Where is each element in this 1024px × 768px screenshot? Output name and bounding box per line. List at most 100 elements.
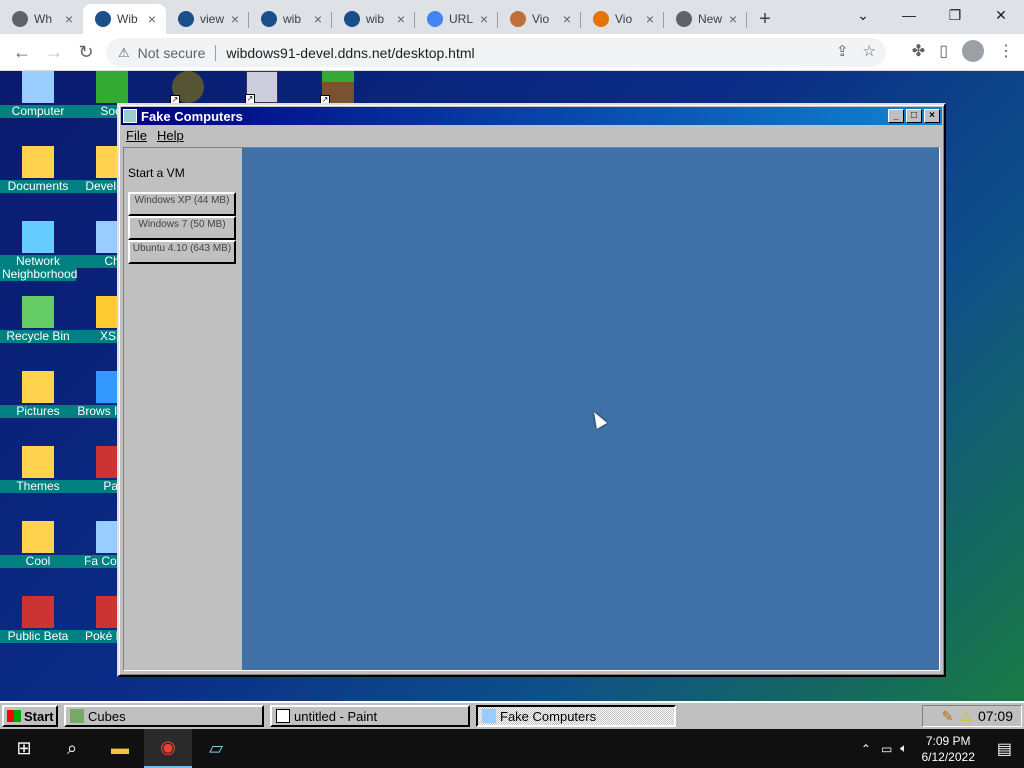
window-title: Fake Computers — [141, 108, 243, 124]
new-tab-button[interactable]: + — [751, 4, 779, 34]
desktop-icon[interactable]: Computer — [0, 71, 76, 118]
task-fake-computers[interactable]: Fake Computers — [476, 705, 676, 727]
profile-avatar[interactable] — [962, 40, 984, 62]
win10-taskbar: ⊞ ⌕ ▬ ◉ ▱ ⌃ ▭ 🔈︎ 7:09 PM 6/12/2022 ▤ — [0, 729, 1024, 768]
browser-tab[interactable]: URL × — [415, 4, 498, 34]
tab-title: URL — [449, 12, 474, 26]
window-close-button[interactable]: × — [924, 109, 940, 123]
volume-icon[interactable]: 🔈︎ — [896, 741, 911, 756]
menu-help[interactable]: Help — [152, 128, 189, 143]
restore-window-button[interactable]: ❐ — [932, 0, 978, 30]
desktop-icon[interactable]: Docu­ments — [0, 146, 76, 193]
file-explorer-icon[interactable]: ▬ — [96, 729, 144, 768]
search-icon[interactable]: ⌕ — [48, 729, 96, 768]
menu-kebab-icon[interactable]: ⋮ — [998, 41, 1014, 61]
browser-toolbar: ← → ↻ ⚠ Not secure wibdows91-devel.ddns.… — [0, 34, 1024, 71]
browser-tab[interactable]: wib × — [332, 4, 415, 34]
browser-tab[interactable]: Wh × — [0, 4, 83, 34]
close-tab-icon[interactable]: × — [61, 11, 77, 27]
browser-tab[interactable]: Vio × — [498, 4, 581, 34]
vm-button-windows-xp[interactable]: Windows XP (44 MB) — [128, 192, 236, 216]
browser-tab[interactable]: view × — [166, 4, 249, 34]
computer-icon — [482, 709, 496, 723]
clock-date: 6/12/2022 — [921, 749, 975, 764]
desktop-icon[interactable]: Themes — [0, 446, 76, 493]
clock[interactable]: 7:09 PM 6/12/2022 — [911, 733, 984, 765]
network-icon[interactable]: ▭ — [877, 742, 896, 756]
windows-start-icon[interactable]: ⊞ — [0, 729, 48, 768]
close-tab-icon[interactable]: × — [310, 11, 326, 27]
tab-search-icon[interactable]: ⌄ — [840, 0, 886, 30]
desktop-icon-label: Pictures — [0, 405, 76, 418]
close-tab-icon[interactable]: × — [725, 11, 741, 27]
desktop-icon[interactable]: Recycle Bin — [0, 296, 76, 343]
tab-favicon-icon — [510, 11, 526, 27]
menu-file[interactable]: File — [121, 128, 152, 143]
tab-favicon-icon — [12, 11, 28, 27]
win95-clock: 07:09 — [977, 708, 1013, 724]
address-bar[interactable]: ⚠ Not secure wibdows91-devel.ddns.net/de… — [106, 38, 886, 67]
desktop-icon-image — [22, 221, 54, 253]
share-icon[interactable]: ⇪ — [836, 42, 849, 60]
close-tab-icon[interactable]: × — [144, 11, 160, 27]
minimize-window-button[interactable]: — — [886, 0, 932, 30]
chevron-up-icon[interactable]: ⌃ — [855, 742, 877, 756]
vm-button-ubuntu[interactable]: Ubuntu 4.10 (643 MB) — [128, 240, 236, 264]
desktop: Computer Docu­ments Network Neighborhood Re… — [0, 71, 1024, 701]
desktop-icon-label: Public Beta — [0, 630, 76, 643]
close-tab-icon[interactable]: × — [642, 11, 658, 27]
close-window-button[interactable]: ✕ — [978, 0, 1024, 30]
desktop-icon-label: Cool — [0, 555, 76, 568]
tab-favicon-icon — [95, 11, 111, 27]
extensions-icon[interactable]: ✤ — [912, 41, 925, 61]
desktop-icon-minecraft[interactable]: ↗ — [300, 71, 376, 105]
desktop-icon-game[interactable]: ↗ — [150, 71, 226, 105]
not-secure-label: Not secure — [137, 44, 206, 61]
tab-favicon-icon — [593, 11, 609, 27]
vm-display-area[interactable] — [242, 148, 939, 670]
side-panel-icon[interactable]: ▯ — [939, 41, 948, 61]
window-minimize-button[interactable]: _ — [888, 109, 904, 123]
browser-tab[interactable]: wib × — [249, 4, 332, 34]
back-button[interactable]: ← — [6, 36, 38, 68]
win95-tray: ✎ ⚠ 07:09 — [922, 705, 1022, 727]
bookmark-star-icon[interactable]: ☆ — [863, 42, 876, 60]
browser-tab[interactable]: Vio × — [581, 4, 664, 34]
tab-title: Vio — [615, 12, 633, 26]
browser-tab[interactable]: New Ta× — [664, 4, 747, 34]
tab-title: Wib — [117, 12, 138, 26]
windows-logo-icon — [7, 710, 21, 722]
start-label: Start — [24, 708, 54, 724]
browser-tab[interactable]: Wib × — [83, 4, 166, 34]
notifications-icon[interactable]: ▤ — [985, 739, 1024, 759]
close-tab-icon[interactable]: × — [476, 11, 492, 27]
window-maximize-button[interactable]: □ — [906, 109, 922, 123]
pencil-icon[interactable]: ✎ — [942, 708, 954, 725]
tab-list: Wh×Wib×view×wib×wib×URL×Vio×Vio×New Ta× — [0, 4, 747, 34]
task-cubes[interactable]: Cubes — [64, 705, 264, 727]
chrome-icon[interactable]: ◉ — [144, 729, 192, 768]
desktop-icon[interactable]: Cool — [0, 521, 76, 568]
desktop-icon-image — [22, 596, 54, 628]
tab-title: Vio — [532, 12, 550, 26]
close-tab-icon[interactable]: × — [227, 11, 243, 27]
forward-button[interactable]: → — [38, 36, 70, 68]
close-tab-icon[interactable]: × — [559, 11, 575, 27]
desktop-icon[interactable]: Network Neighborhood — [0, 221, 77, 281]
desktop-icon-image — [22, 371, 54, 403]
window-titlebar[interactable]: Fake Computers _ □ × — [121, 107, 942, 125]
tab-title: view — [200, 12, 225, 26]
notepad-icon[interactable]: ▱ — [192, 729, 240, 768]
desktop-icon-calculator[interactable]: ↗ — [224, 71, 300, 105]
tab-title: wib — [283, 12, 302, 26]
start-button[interactable]: Start — [2, 705, 58, 727]
desktop-icon[interactable]: Public Beta — [0, 596, 76, 643]
warning-tray-icon[interactable]: ⚠ — [959, 708, 972, 725]
close-tab-icon[interactable]: × — [393, 11, 409, 27]
desktop-icon-label: Themes — [0, 480, 76, 493]
desktop-icon[interactable]: Pictures — [0, 371, 76, 418]
task-paint[interactable]: untitled - Paint — [270, 705, 470, 727]
tab-favicon-icon — [261, 11, 277, 27]
reload-button[interactable]: ↻ — [70, 36, 102, 68]
vm-button-windows-7[interactable]: Windows 7 (50 MB) — [128, 216, 236, 240]
